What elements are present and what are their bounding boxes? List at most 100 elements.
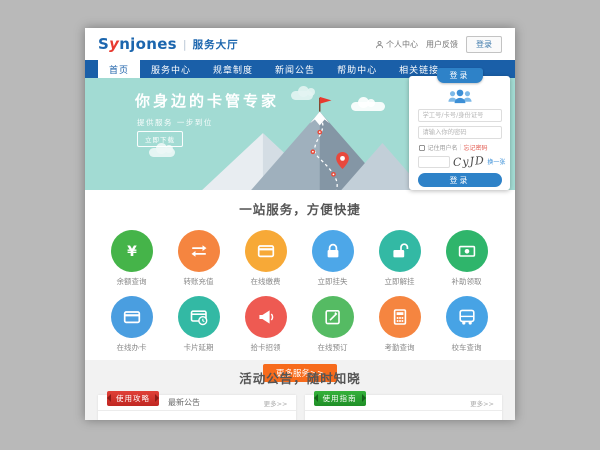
services-title: 一站服务，方便快捷	[85, 199, 515, 218]
service-label: 立即挂失	[299, 276, 366, 287]
site-page: Synjones | 服务大厅 个人中心 用户反馈 登录 首页服务中心规章制度新…	[85, 28, 515, 420]
remember-row: 记住用户名 | 忘记密码	[418, 143, 502, 152]
service-item-report-loss[interactable]: 立即挂失	[299, 230, 366, 287]
password-input[interactable]	[418, 126, 502, 139]
service-label: 在线办卡	[98, 342, 165, 353]
nav-item-rules[interactable]: 规章制度	[202, 60, 264, 78]
service-circle	[312, 230, 354, 272]
user-manual-ribbon[interactable]: 使用指南	[314, 391, 366, 406]
service-circle: ¥	[111, 230, 153, 272]
service-item-apply-card[interactable]: 在线办卡	[98, 296, 165, 353]
site-title: 服务大厅	[193, 37, 239, 52]
latest-news-tab[interactable]: 最新公告	[168, 395, 200, 410]
login-form: 记住用户名 | 忘记密码 CyJD 换一张 登录	[409, 76, 510, 190]
bus-icon	[457, 307, 477, 327]
service-item-online-booking[interactable]: 在线预订	[299, 296, 366, 353]
forgot-password-link[interactable]: 忘记密码	[464, 143, 488, 152]
svg-text:¥: ¥	[127, 244, 137, 260]
service-item-balance-query[interactable]: ¥ 余额查询	[98, 230, 165, 287]
captcha-refresh-link[interactable]: 换一张	[487, 157, 505, 166]
service-circle	[245, 230, 287, 272]
service-label: 转账充值	[165, 276, 232, 287]
calculator-icon	[390, 307, 410, 327]
announcements-title: 活动公告，随时知晓	[85, 368, 515, 387]
login-submit-button[interactable]: 登录	[418, 173, 502, 187]
card-icon	[122, 307, 142, 327]
service-grid: ¥ 余额查询转账充值在线缴费立即挂失立即解挂补助领取在线办卡卡片延期拾卡招领在线预…	[98, 221, 502, 353]
service-circle	[446, 296, 488, 338]
service-circle	[111, 296, 153, 338]
service-circle	[245, 296, 287, 338]
divider	[305, 410, 503, 411]
edit-icon	[323, 307, 343, 327]
top-right-links: 个人中心 用户反馈 登录	[375, 36, 502, 53]
captcha-row: CyJD 换一张	[418, 155, 502, 168]
service-item-cancel-loss[interactable]: 立即解挂	[366, 230, 433, 287]
divider: |	[460, 144, 462, 151]
service-label: 立即解挂	[366, 276, 433, 287]
location-pin-icon	[336, 152, 349, 169]
cloud-decoration	[149, 148, 175, 157]
guide-panel: 使用攻略 最新公告 更多>>	[98, 395, 296, 420]
service-label: 卡片延期	[165, 342, 232, 353]
service-circle	[379, 230, 421, 272]
service-circle	[178, 296, 220, 338]
users-icon	[447, 87, 473, 105]
remember-checkbox[interactable]	[419, 145, 425, 151]
service-label: 在线缴费	[232, 276, 299, 287]
mountains-illustration	[193, 92, 421, 190]
more-link[interactable]: 更多>>	[264, 398, 288, 408]
nav-item-home[interactable]: 首页	[98, 60, 140, 78]
manual-panel: 使用指南 更多>>	[305, 395, 503, 420]
service-item-subsidy-collect[interactable]: 补助领取	[433, 230, 500, 287]
login-tab[interactable]: 登录	[437, 68, 483, 83]
yuan-icon: ¥	[122, 241, 142, 261]
nav-item-service-center[interactable]: 服务中心	[140, 60, 202, 78]
service-item-transfer-recharge[interactable]: 转账充值	[165, 230, 232, 287]
service-item-card-renew[interactable]: 卡片延期	[165, 296, 232, 353]
nav-item-news[interactable]: 新闻公告	[264, 60, 326, 78]
desktop-background: { "header": { "logo_parts": { "s": "S", …	[0, 0, 600, 450]
personal-center-link[interactable]: 个人中心	[375, 39, 418, 50]
service-label: 校车查询	[433, 342, 500, 353]
captcha-input[interactable]	[418, 156, 450, 168]
announcement-panels: 使用攻略 最新公告 更多>> 使用指南 更多>>	[85, 395, 515, 420]
user-icon	[375, 40, 384, 49]
header-login-button[interactable]: 登录	[466, 36, 502, 53]
service-label: 补助领取	[433, 276, 500, 287]
service-circle	[446, 230, 488, 272]
brand-logo[interactable]: Synjones | 服务大厅	[98, 35, 239, 53]
unlock-icon	[390, 241, 410, 261]
service-label: 在线预订	[299, 342, 366, 353]
feedback-link[interactable]: 用户反馈	[426, 39, 458, 50]
service-label: 考勤查询	[366, 342, 433, 353]
services-section: 一站服务，方便快捷 ¥ 余额查询转账充值在线缴费立即挂失立即解挂补助领取在线办卡卡…	[85, 190, 515, 360]
service-label: 拾卡招领	[232, 342, 299, 353]
announcements-section: 活动公告，随时知晓 使用攻略 最新公告 更多>> 使用指南 更多>>	[85, 360, 515, 420]
more-link[interactable]: 更多>>	[470, 398, 494, 408]
flag-icon	[320, 97, 332, 104]
nav-item-help-center[interactable]: 帮助中心	[326, 60, 388, 78]
service-circle	[178, 230, 220, 272]
logo-text: Synjones	[98, 35, 177, 53]
account-input[interactable]	[418, 109, 502, 122]
service-item-online-payment[interactable]: 在线缴费	[232, 230, 299, 287]
service-circle	[312, 296, 354, 338]
divider	[98, 410, 296, 411]
top-bar: Synjones | 服务大厅 个人中心 用户反馈 登录	[85, 28, 515, 60]
card-icon	[256, 241, 276, 261]
megaphone-icon	[256, 307, 276, 327]
banknote-icon	[457, 241, 477, 261]
logo-accent: y	[109, 35, 119, 53]
service-item-attendance-query[interactable]: 考勤查询	[366, 296, 433, 353]
card-clock-icon	[189, 307, 209, 327]
service-item-lost-card-found[interactable]: 拾卡招领	[232, 296, 299, 353]
brand-divider: |	[183, 38, 187, 51]
captcha-image[interactable]: CyJD	[452, 154, 485, 169]
service-label: 余额查询	[98, 276, 165, 287]
service-circle	[379, 296, 421, 338]
service-item-school-bus-query[interactable]: 校车查询	[433, 296, 500, 353]
transfer-icon	[189, 241, 209, 261]
remember-label: 记住用户名	[428, 143, 458, 152]
usage-guide-ribbon[interactable]: 使用攻略	[107, 391, 159, 406]
